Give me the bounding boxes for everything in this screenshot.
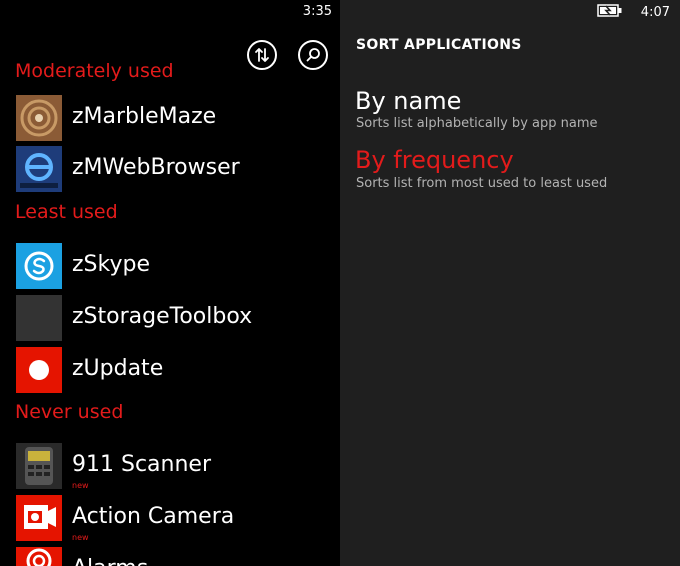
search-button[interactable] [298,40,328,70]
app-list-item[interactable]: zSkype [16,243,336,289]
update-icon [16,347,62,393]
app-name: zStorageToolbox [72,304,253,329]
page-title: SORT APPLICATIONS [356,37,522,53]
sort-options-panel: 4:07 SORT APPLICATIONS By name Sorts lis… [340,0,680,566]
new-badge: new [72,481,89,490]
status-time: 3:35 [302,4,332,19]
section-header-never-used: Never used [15,401,124,423]
camera-icon [16,495,62,541]
option-description: Sorts list alphabetically by app name [356,116,598,131]
scanner-icon [16,443,62,489]
app-list-item[interactable]: zUpdate [16,347,336,393]
app-name: zSkype [72,252,150,277]
screen: 3:35 Moderately used zMarbleMaze zMWebBr… [0,0,680,566]
sort-button[interactable] [247,40,277,70]
sort-arrows-icon [253,46,271,64]
status-time: 4:07 [640,5,670,20]
app-list-item[interactable]: 911 Scanner new [16,443,336,490]
app-name: Action Camera [72,504,235,529]
app-list-item[interactable]: Alarms [16,547,336,566]
app-name: Alarms [72,556,148,566]
section-header-moderately-used: Moderately used [15,60,174,82]
app-name: zMarbleMaze [72,104,217,129]
option-label[interactable]: By name [355,87,461,115]
app-list-item[interactable]: Action Camera new [16,495,336,542]
search-icon [304,46,322,64]
section-header-least-used: Least used [15,201,118,223]
alarm-icon [16,547,62,566]
app-list-item[interactable]: zStorageToolbox [16,295,336,341]
app-name: zMWebBrowser [72,155,240,180]
battery-charging-icon [597,4,623,21]
app-list-item[interactable]: zMWebBrowser [16,146,336,192]
marble-maze-icon [16,95,62,141]
app-list-item[interactable]: zMarbleMaze [16,95,336,141]
app-name: 911 Scanner [72,452,211,477]
new-badge: new [72,533,89,542]
option-label[interactable]: By frequency [355,146,514,174]
app-list-panel: 3:35 Moderately used zMarbleMaze zMWebBr… [0,0,340,566]
skype-icon [16,243,62,289]
status-bar: 4:07 [597,4,670,21]
storage-toolbox-icon [16,295,62,341]
web-browser-icon [16,146,62,192]
option-description: Sorts list from most used to least used [356,176,608,191]
app-name: zUpdate [72,356,164,381]
